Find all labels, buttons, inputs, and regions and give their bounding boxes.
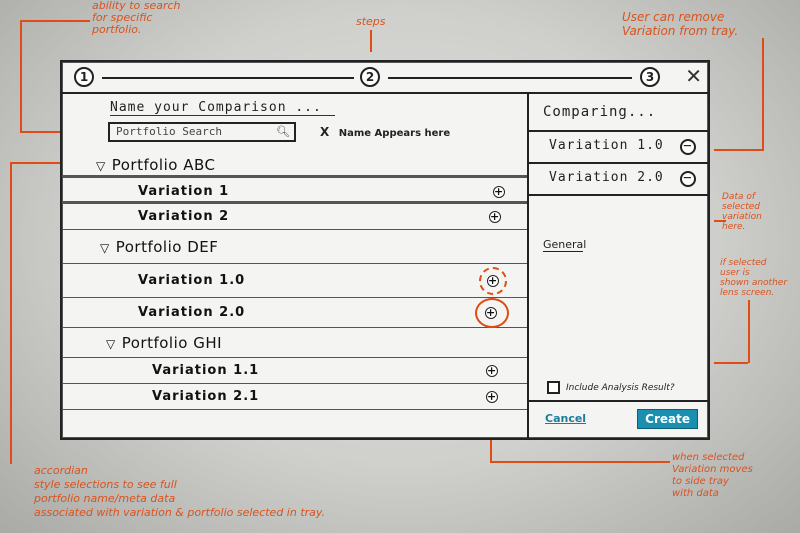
step-2[interactable]: 2 xyxy=(360,67,380,87)
tray-footer: Cancel Create xyxy=(529,400,708,438)
variation-name: Variation 1.0 xyxy=(138,273,246,288)
portfolio-name: Portfolio ABC xyxy=(111,156,216,174)
portfolio-row[interactable]: ▽ Portfolio GHI xyxy=(62,328,527,358)
note-search: ability to search for specific portfolio… xyxy=(92,0,181,36)
close-icon[interactable]: ✕ xyxy=(685,64,702,88)
remove-icon[interactable]: − xyxy=(680,171,696,187)
arrow-remove-v xyxy=(762,38,764,150)
portfolio-name: Portfolio DEF xyxy=(115,238,219,256)
variation-row[interactable]: Variation 2 + xyxy=(62,204,527,230)
comparison-name-input[interactable]: Name your Comparison ... xyxy=(110,100,335,116)
tray-item: Variation 1.0 − xyxy=(529,130,708,162)
arrow-data-selected xyxy=(714,220,726,222)
step-1[interactable]: 1 xyxy=(74,67,94,87)
cancel-button[interactable]: Cancel xyxy=(545,412,586,425)
note-remove: User can remove Variation from tray. xyxy=(622,10,739,38)
note-if-selected: if selected user is shown another lens s… xyxy=(720,258,788,298)
include-analysis-option[interactable]: Include Analysis Result? xyxy=(547,381,675,394)
clear-name-icon[interactable]: X xyxy=(320,125,329,139)
note-data-selected: Data of selected variation here. xyxy=(722,192,762,232)
variation-name: Variation 2 xyxy=(138,209,230,224)
search-placeholder: Portfolio Search xyxy=(116,125,222,138)
tray-item-label: Variation 1.0 xyxy=(549,138,664,153)
note-accordian: accordian style selections to see full p… xyxy=(34,464,326,519)
portfolio-name: Portfolio GHI xyxy=(121,334,223,352)
stepper: 1 2 3 ✕ xyxy=(62,62,708,94)
add-variation-icon[interactable]: + xyxy=(486,391,498,403)
tray-item-label: Variation 2.0 xyxy=(549,170,664,185)
step-connector xyxy=(102,77,354,79)
arrow-steps xyxy=(370,30,372,52)
arrow-accordian-h xyxy=(10,162,60,164)
variation-row[interactable]: Variation 2.1 + xyxy=(62,384,527,410)
variation-name: Variation 1 xyxy=(138,184,230,199)
variation-name: Variation 2.1 xyxy=(152,389,260,404)
arrow-if-selected xyxy=(714,362,748,364)
search-icon[interactable]: 🔍︎ xyxy=(276,124,290,140)
collapse-triangle-icon[interactable]: ▽ xyxy=(100,231,110,265)
tray-divider xyxy=(529,194,708,196)
add-variation-icon[interactable]: + xyxy=(487,275,499,287)
portfolio-row[interactable]: ▽ Portfolio ABC xyxy=(62,152,527,178)
arrow-accordian-v xyxy=(10,162,12,464)
comparison-dialog: 1 2 3 ✕ Name your Comparison ... Portfol… xyxy=(60,60,710,440)
add-variation-icon[interactable]: + xyxy=(485,307,497,319)
variation-row[interactable]: Variation 1 + xyxy=(62,180,527,204)
portfolio-row[interactable]: ▽ Portfolio DEF xyxy=(62,230,527,264)
portfolio-search-input[interactable]: Portfolio Search 🔍︎ xyxy=(108,122,296,142)
general-tab[interactable]: General xyxy=(543,238,586,252)
add-variation-icon[interactable]: + xyxy=(486,365,498,377)
name-appears-text: Name Appears here xyxy=(338,128,451,139)
create-button[interactable]: Create xyxy=(637,409,698,429)
arrow-search-h xyxy=(20,20,90,22)
variation-name: Variation 1.1 xyxy=(152,363,260,378)
tray-title: Comparing... xyxy=(543,104,657,120)
collapse-triangle-icon[interactable]: ▽ xyxy=(106,329,116,359)
include-analysis-label: Include Analysis Result? xyxy=(566,383,675,393)
variation-row[interactable]: Variation 2.0 + xyxy=(62,298,527,328)
tray-item: Variation 2.0 − xyxy=(529,162,708,194)
include-analysis-checkbox[interactable] xyxy=(547,381,560,394)
collapse-triangle-icon[interactable]: ▽ xyxy=(96,153,106,179)
variation-row[interactable]: Variation 1.1 + xyxy=(62,358,527,384)
arrow-remove-h xyxy=(714,149,764,151)
step-connector xyxy=(388,77,632,79)
remove-icon[interactable]: − xyxy=(680,139,696,155)
arrow-when-h xyxy=(490,461,670,463)
step-3[interactable]: 3 xyxy=(640,67,660,87)
note-steps: steps xyxy=(356,15,386,28)
arrow-search-v xyxy=(20,20,22,132)
variation-name: Variation 2.0 xyxy=(138,305,246,320)
comparison-tray: Comparing... Variation 1.0 − Variation 2… xyxy=(527,94,708,438)
add-variation-icon[interactable]: + xyxy=(489,211,501,223)
arrow-if-selected-v xyxy=(748,300,750,363)
note-when-selected: when selected Variation moves to side tr… xyxy=(672,452,753,499)
portfolio-selection-panel: Name your Comparison ... Portfolio Searc… xyxy=(62,94,527,438)
variation-row[interactable]: Variation 1.0 + xyxy=(62,264,527,298)
add-variation-icon[interactable]: + xyxy=(493,186,505,198)
name-appears-label: X Name Appears here xyxy=(320,125,450,139)
